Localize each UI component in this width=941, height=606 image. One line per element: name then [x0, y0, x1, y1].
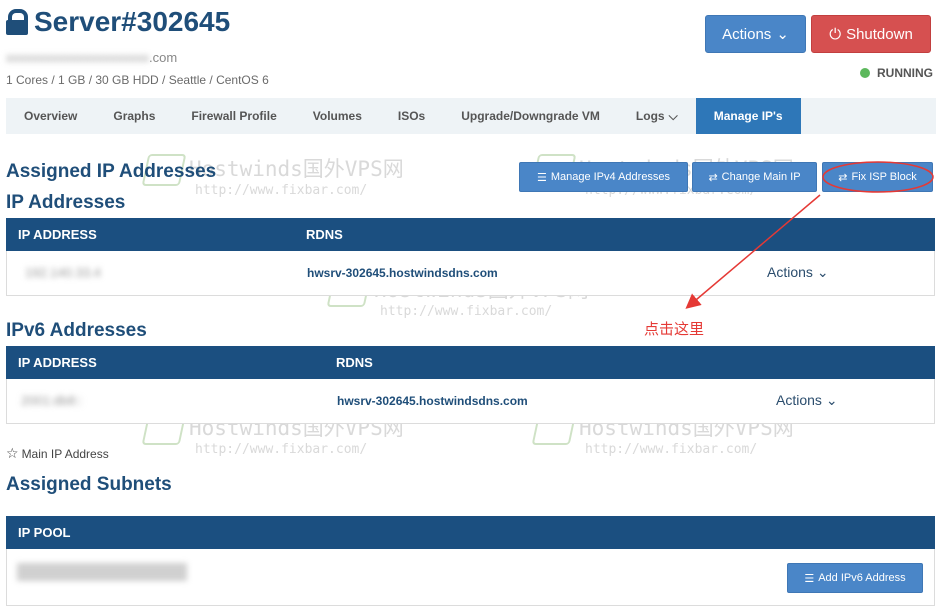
rdns-value: hwsrv-302645.hostwindsdns.com — [307, 266, 498, 280]
column-header: RDNS — [336, 355, 373, 370]
assigned-subnets-heading: Assigned Subnets — [6, 474, 172, 495]
row-actions-dropdown[interactable]: Actions ⌄ — [776, 392, 838, 409]
tab-manage-ips[interactable]: Manage IP's — [695, 98, 801, 134]
table-row: ☰ Add IPv6 Address — [6, 549, 935, 606]
assigned-ip-heading: Assigned IP Addresses — [6, 161, 217, 182]
power-icon: ⏻ — [829, 25, 842, 43]
tab-overview[interactable]: Overview — [6, 98, 95, 134]
server-specs: 1 Cores / 1 GB / 30 GB HDD / Seattle / C… — [6, 73, 269, 87]
table-row: 2001:db8:: hwsrv-302645.hostwindsdns.com… — [6, 379, 935, 424]
page-title: Server#302645 — [6, 6, 230, 38]
status-dot-icon — [860, 68, 870, 78]
tab-graphs[interactable]: Graphs — [95, 98, 173, 134]
ip-pool-value — [17, 563, 187, 581]
tab-firewall-profile[interactable]: Firewall Profile — [173, 98, 294, 134]
change-main-ip-button[interactable]: ⇄ Change Main IP — [692, 162, 817, 192]
ipv6-table-header: IP ADDRESS RDNS — [6, 346, 935, 379]
server-title: Server#302645 — [34, 6, 231, 37]
chevron-down-icon: ⌄ — [776, 26, 789, 43]
tab-bar: Overview Graphs Firewall Profile Volumes… — [6, 98, 936, 134]
tab-upgrade-downgrade[interactable]: Upgrade/Downgrade VM — [443, 98, 618, 134]
tab-logs[interactable]: Logs ⌵ — [618, 98, 696, 134]
main-ip-legend: ☆ Main IP Address — [6, 445, 109, 461]
column-header: IP POOL — [18, 525, 71, 540]
ipv6-addresses-heading: IPv6 Addresses — [6, 320, 147, 341]
rdns-value: hwsrv-302645.hostwindsdns.com — [337, 394, 528, 408]
exchange-icon: ⇄ — [708, 171, 718, 184]
lock-open-icon — [6, 9, 28, 35]
highlight-ellipse — [822, 161, 934, 193]
column-header: IP ADDRESS — [18, 227, 97, 242]
star-outline-icon: ☆ — [6, 445, 19, 461]
list-icon: ☰ — [804, 572, 815, 585]
annotation-arrow — [685, 194, 821, 309]
manage-ipv4-button[interactable]: ☰ Manage IPv4 Addresses — [519, 162, 688, 192]
add-ipv6-address-button[interactable]: ☰ Add IPv6 Address — [787, 563, 923, 593]
subnets-table-header: IP POOL — [6, 516, 935, 549]
status-badge: RUNNING — [860, 66, 933, 80]
ip-addresses-heading: IP Addresses — [6, 192, 126, 213]
tab-volumes[interactable]: Volumes — [295, 98, 380, 134]
ip-address: 2001:db8:: — [21, 393, 83, 408]
chevron-down-icon: ⌵ — [668, 108, 678, 123]
actions-dropdown-button[interactable]: Actions ⌄ — [705, 15, 806, 53]
chevron-down-icon: ⌄ — [825, 392, 838, 408]
shutdown-button[interactable]: ⏻ Shutdown — [811, 15, 931, 53]
column-header: IP ADDRESS — [18, 355, 97, 370]
annotation-label: 点击这里 — [644, 321, 705, 338]
server-hostname: xxxxxxxxxxxxxxxxxxxxxx.com — [6, 50, 178, 65]
column-header: RDNS — [306, 227, 343, 242]
ip-address: 192.140.33.4 — [25, 265, 101, 280]
list-icon: ☰ — [536, 171, 547, 184]
tab-isos[interactable]: ISOs — [380, 98, 443, 134]
